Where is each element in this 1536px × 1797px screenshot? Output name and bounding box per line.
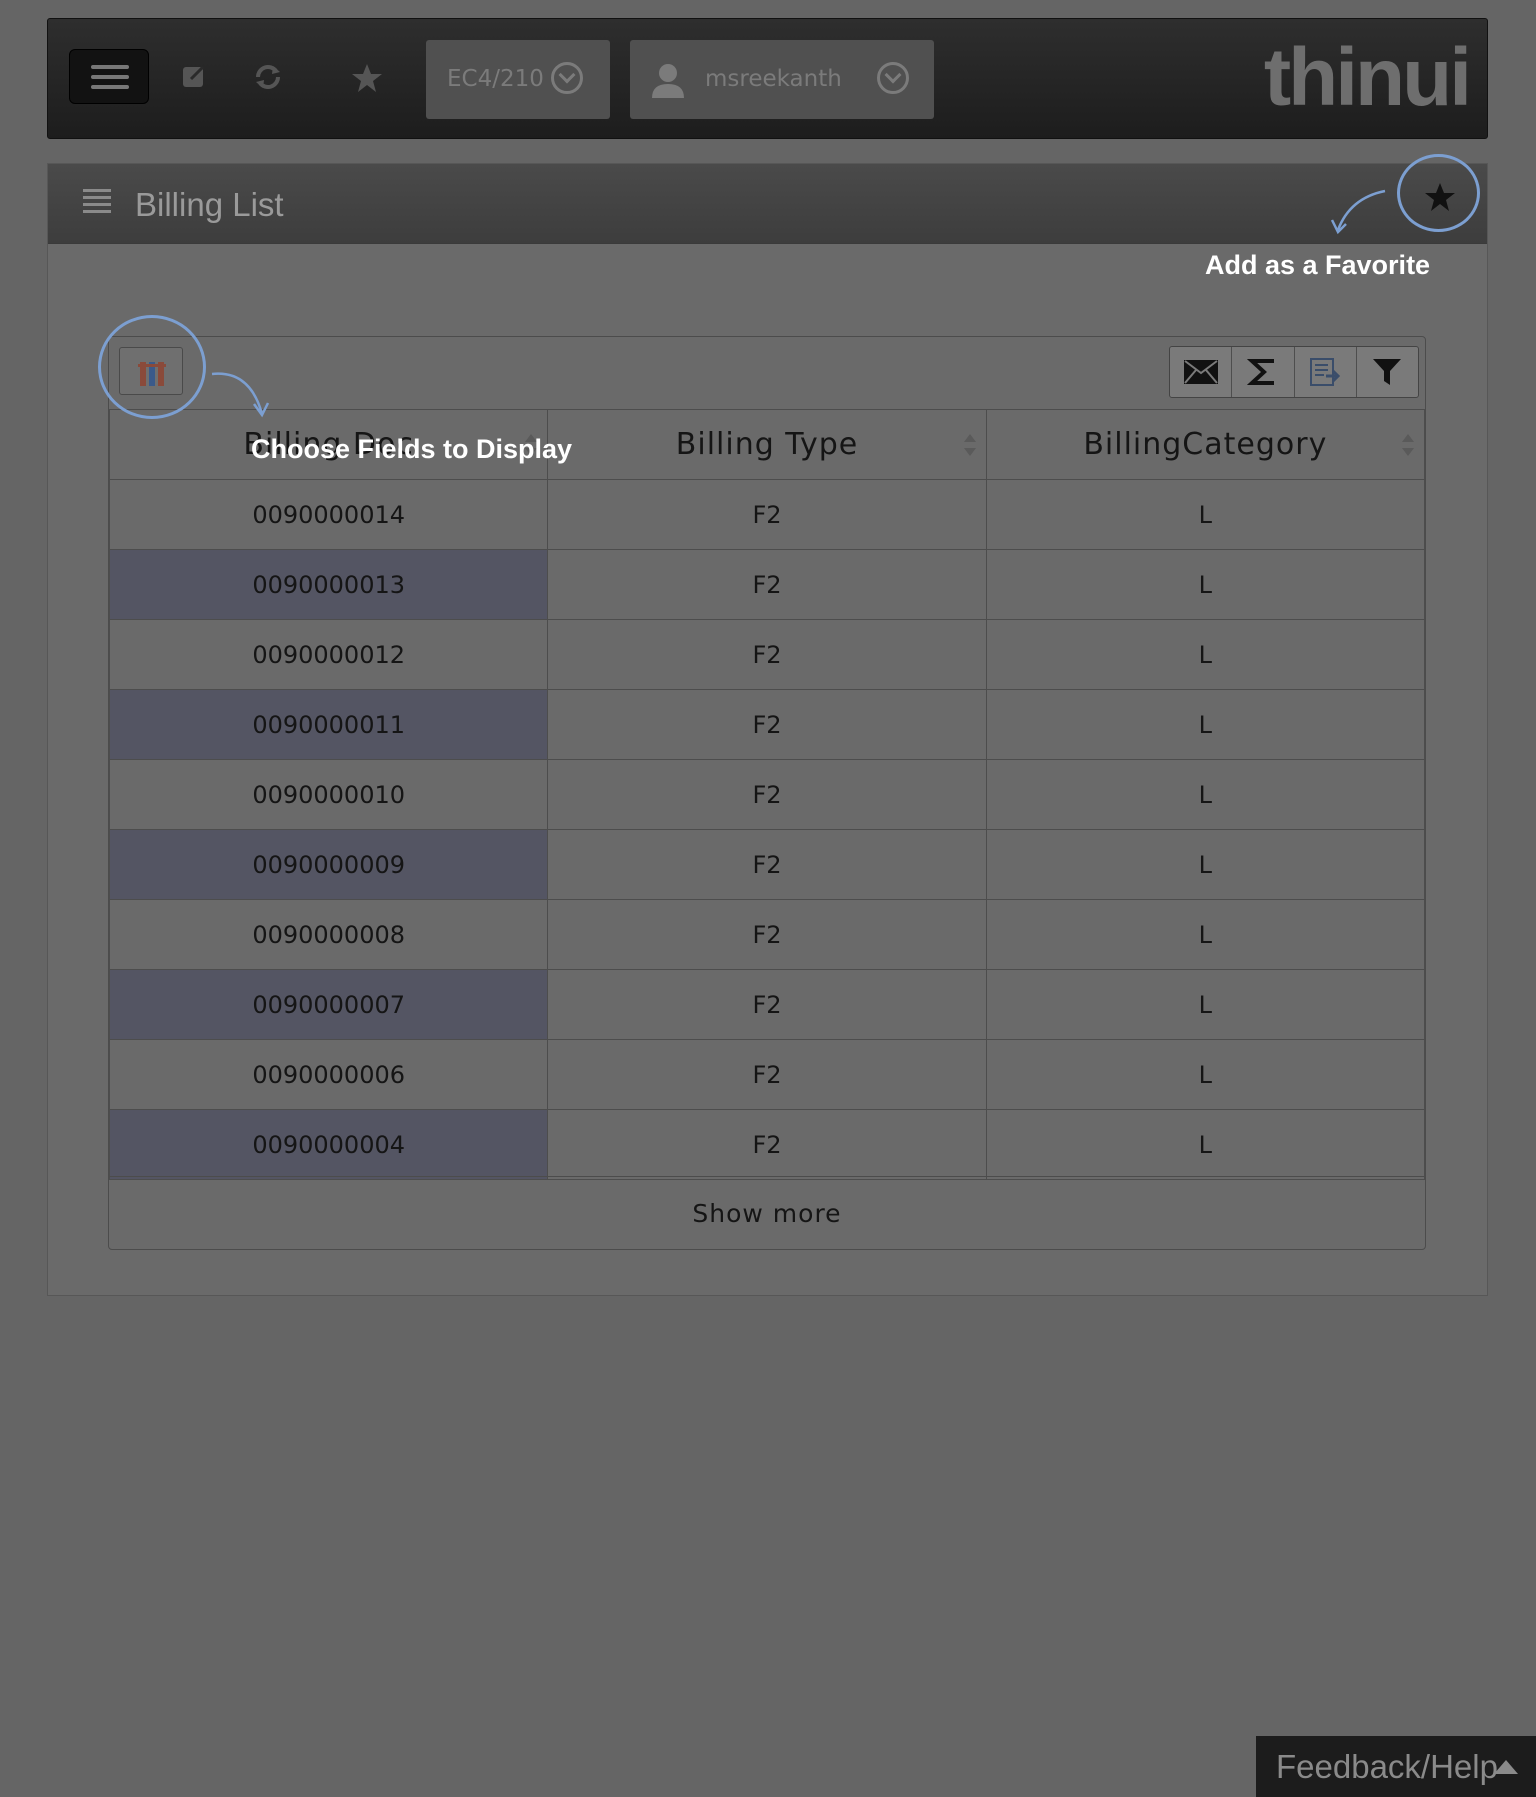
user-avatar-icon xyxy=(652,64,684,98)
panel-header: Billing List xyxy=(48,164,1487,244)
feedback-label: Feedback/Help xyxy=(1276,1748,1498,1785)
billing-doc-cell[interactable]: 0090000006 xyxy=(108,1039,549,1110)
table-row[interactable]: 0090000013 F2 L xyxy=(108,549,1426,620)
chevron-down-icon xyxy=(551,62,583,94)
billing-category-cell: L xyxy=(985,549,1426,620)
billing-doc-cell[interactable]: 0090000012 xyxy=(108,619,549,690)
main-menu-button[interactable] xyxy=(69,49,149,104)
table-row[interactable]: 0090000014 F2 L xyxy=(108,479,1426,550)
billing-type-cell: F2 xyxy=(547,479,987,550)
table-row[interactable]: 0090000008 F2 L xyxy=(108,899,1426,970)
top-bar: EC4/210 msreekanth thinui xyxy=(47,18,1488,139)
page-title: Billing List xyxy=(135,186,284,223)
billing-type-cell: F2 xyxy=(547,969,987,1040)
logo: thinui xyxy=(1263,32,1472,123)
billing-category-cell: L xyxy=(985,759,1426,830)
sum-icon[interactable] xyxy=(1232,347,1295,397)
table-row[interactable]: 0090000012 F2 L xyxy=(108,619,1426,690)
billing-doc-cell[interactable]: 0090000004 xyxy=(108,1109,549,1180)
billing-doc-cell[interactable]: 0090000010 xyxy=(108,759,549,830)
table-row[interactable]: 0090000011 F2 L xyxy=(108,689,1426,760)
billing-type-cell: F2 xyxy=(547,759,987,830)
billing-doc-cell[interactable]: 0090000007 xyxy=(108,969,549,1040)
billing-category-cell: L xyxy=(985,1039,1426,1110)
user-select-value: msreekanth xyxy=(705,66,842,92)
billing-type-cell: F2 xyxy=(547,829,987,900)
billing-doc-cell[interactable]: 0090000011 xyxy=(108,689,549,760)
billing-category-cell: L xyxy=(985,969,1426,1040)
billing-category-cell: L xyxy=(985,479,1426,550)
billing-type-cell: F2 xyxy=(547,899,987,970)
favorite-highlight-circle xyxy=(1397,154,1480,232)
system-select-value: EC4/210 xyxy=(447,66,544,92)
table-row[interactable]: 0090000006 F2 L xyxy=(108,1039,1426,1110)
table-row[interactable]: 0090000009 F2 L xyxy=(108,829,1426,900)
feedback-help-button[interactable]: Feedback/Help xyxy=(1256,1736,1536,1797)
system-select[interactable]: EC4/210 xyxy=(426,40,610,119)
billing-category-cell: L xyxy=(985,899,1426,970)
chevron-down-icon xyxy=(877,62,909,94)
table-row[interactable]: 0090000007 F2 L xyxy=(108,969,1426,1040)
sort-icon[interactable] xyxy=(1402,434,1414,456)
billing-doc-cell[interactable]: 0090000009 xyxy=(108,829,549,900)
billing-doc-cell[interactable]: 0090000013 xyxy=(108,549,549,620)
billing-category-cell: L xyxy=(985,689,1426,760)
table-row[interactable]: 0090000010 F2 L xyxy=(108,759,1426,830)
favorite-callout-arrow xyxy=(1330,189,1386,235)
billing-type-cell: F2 xyxy=(547,689,987,760)
table-tools-group xyxy=(1169,346,1419,398)
table-row[interactable]: 0090000004 F2 L xyxy=(108,1109,1426,1180)
favorites-star-icon[interactable] xyxy=(351,63,383,99)
edit-icon[interactable] xyxy=(181,63,207,95)
fields-callout: Choose Fields to Display xyxy=(251,434,573,464)
fields-callout-arrow xyxy=(211,372,270,418)
billing-type-cell: F2 xyxy=(547,1109,987,1180)
billing-type-cell: F2 xyxy=(547,1039,987,1110)
billing-list-panel: Billing List Billing Doc Billing Type Bi… xyxy=(47,163,1488,1296)
billing-type-cell: F2 xyxy=(547,619,987,690)
fields-highlight-circle xyxy=(98,315,206,419)
billing-category-cell: L xyxy=(985,829,1426,900)
billing-category-cell: L xyxy=(985,1109,1426,1180)
user-select[interactable]: msreekanth xyxy=(630,40,934,119)
billing-table-container: Billing Doc Billing Type BillingCategory… xyxy=(108,336,1426,1250)
refresh-icon[interactable] xyxy=(253,63,283,97)
filter-icon[interactable] xyxy=(1357,347,1418,397)
column-header-billing-category[interactable]: BillingCategory xyxy=(985,409,1426,480)
billing-category-cell: L xyxy=(985,619,1426,690)
billing-doc-cell[interactable]: 0090000014 xyxy=(108,479,549,550)
billing-type-cell: F2 xyxy=(547,549,987,620)
mail-icon[interactable] xyxy=(1170,347,1233,397)
show-more-button[interactable]: Show more xyxy=(109,1176,1425,1249)
billing-table: Billing Doc Billing Type BillingCategory… xyxy=(108,409,1426,1180)
export-icon[interactable] xyxy=(1295,347,1357,397)
sort-icon[interactable] xyxy=(963,434,976,456)
billing-doc-cell[interactable]: 0090000008 xyxy=(108,899,549,970)
table-toolbar xyxy=(109,337,1425,409)
favorite-callout: Add as a Favorite xyxy=(1205,250,1431,280)
chevron-up-icon xyxy=(1494,1760,1518,1774)
column-header-billing-type[interactable]: Billing Type xyxy=(547,409,987,480)
